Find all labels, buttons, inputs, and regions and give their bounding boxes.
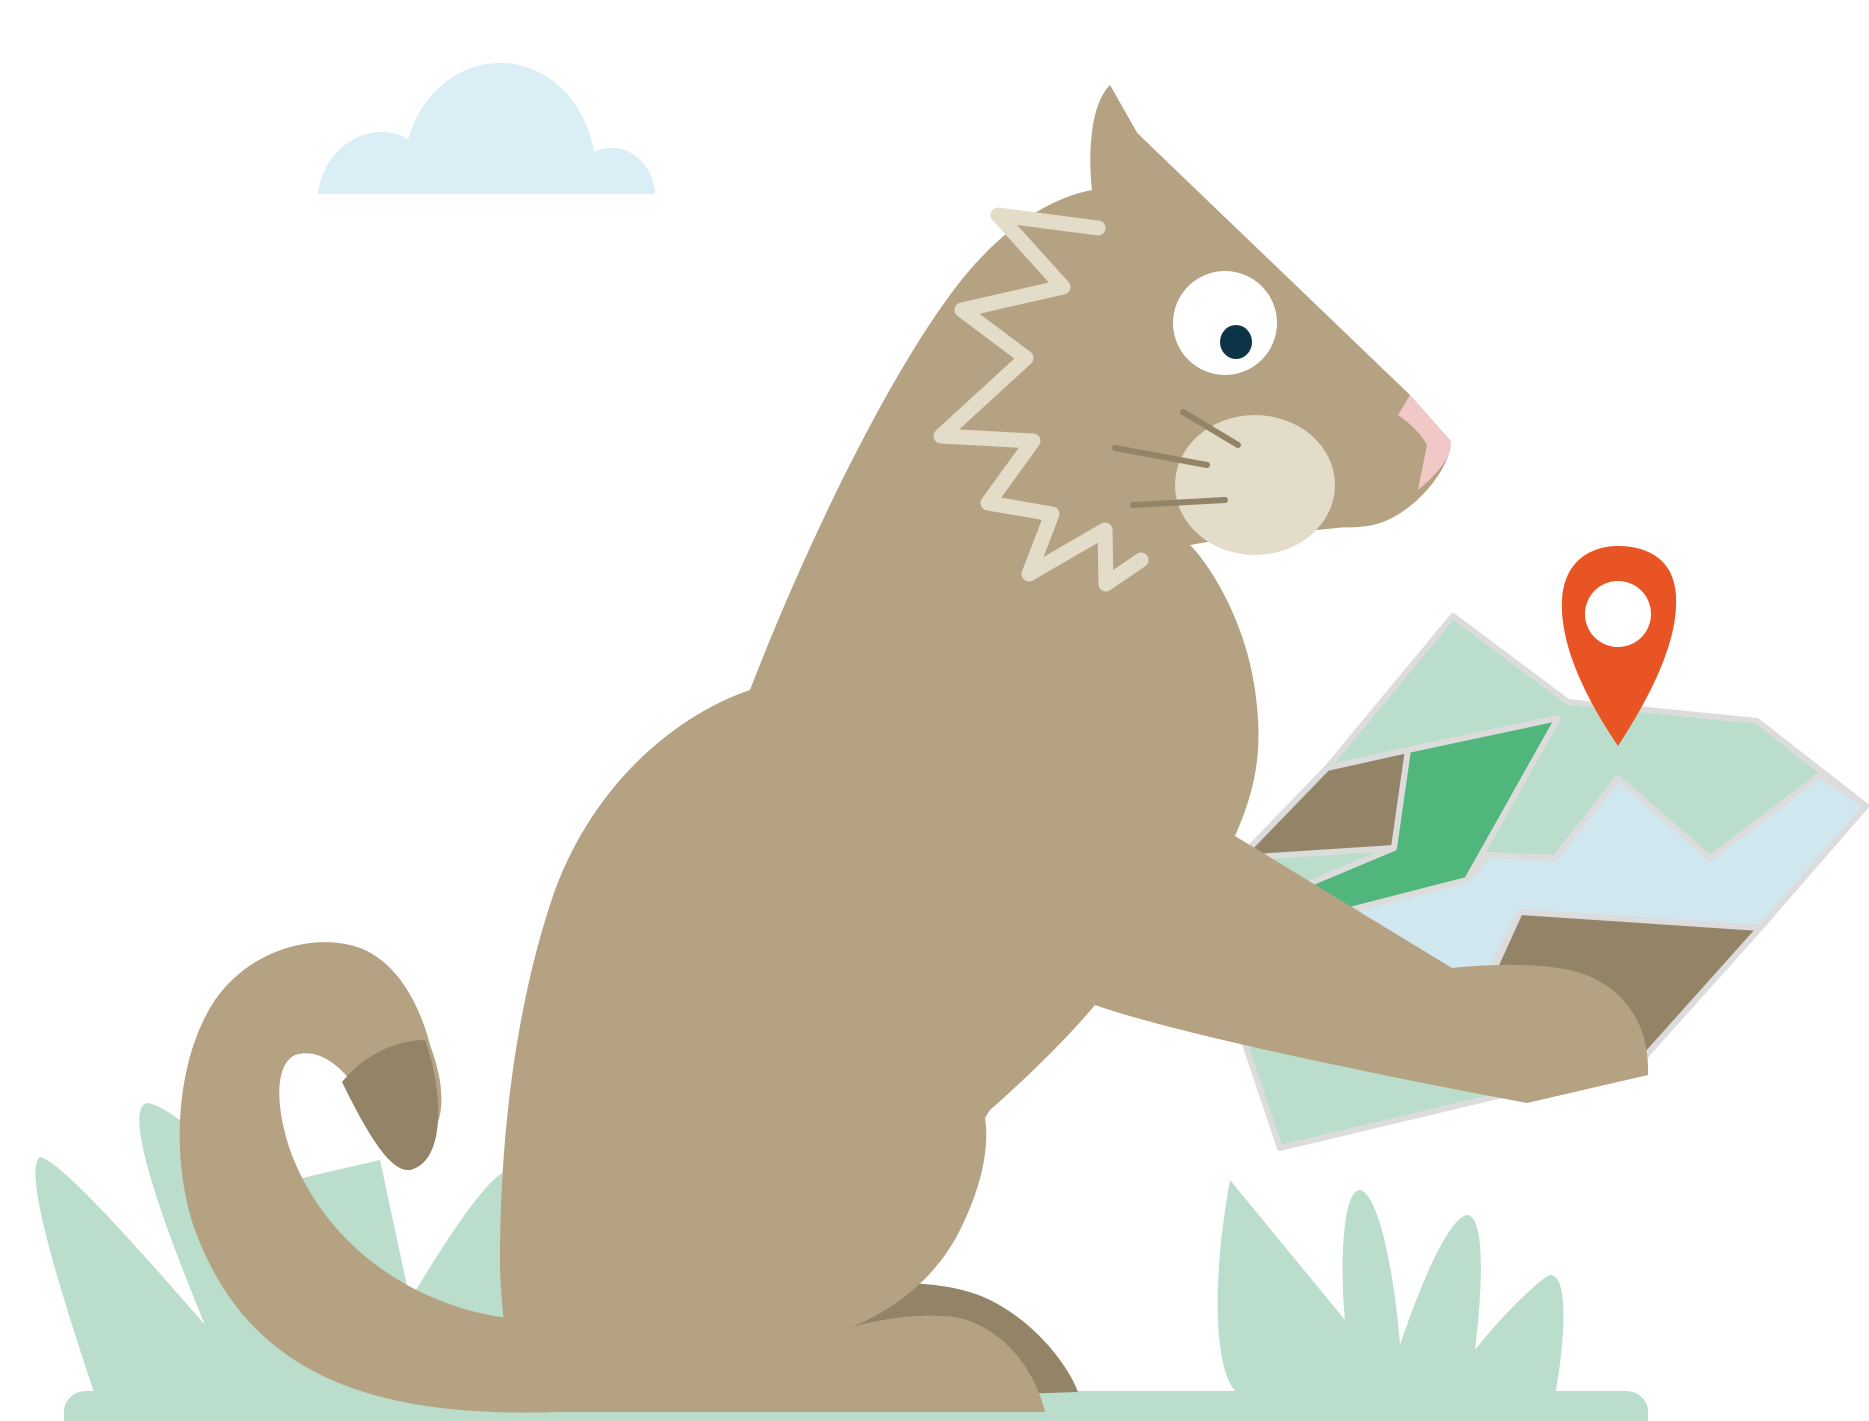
muzzle	[1175, 415, 1335, 555]
grass-right	[1217, 1180, 1564, 1395]
cougar-map-illustration	[35, 63, 1869, 1421]
eye	[1173, 271, 1277, 375]
cloud-icon	[318, 63, 655, 194]
illustration-canvas	[0, 0, 1869, 1421]
map-land-top	[1237, 747, 1411, 861]
